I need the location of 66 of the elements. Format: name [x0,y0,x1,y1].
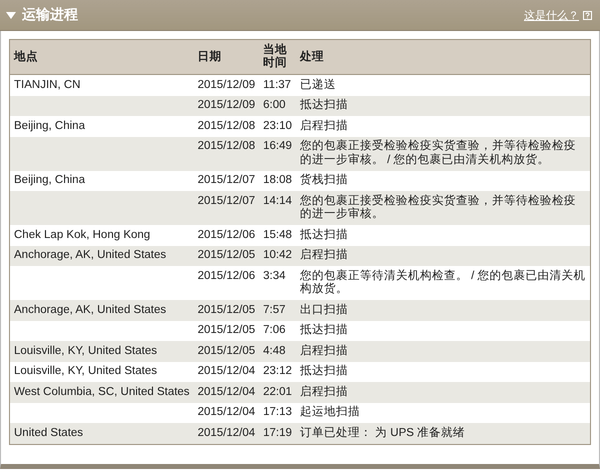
time-cell: 18:08 [263,174,292,186]
time-cell: 22:01 [263,386,292,398]
time-cell: 17:13 [263,406,292,418]
time-cell: 3:34 [263,270,286,282]
location-cell: Anchorage, AK, United States [14,249,166,261]
date-cell: 2015/12/09 [198,78,256,90]
date-cell: 2015/12/04 [198,426,256,438]
location-cell: Beijing, China [14,174,85,186]
date-cell: 2015/12/05 [198,304,256,316]
activity-cell: 启程扫描 [300,344,348,356]
date-cell: 2015/12/06 [198,228,256,240]
location-cell: Beijing, China [14,120,85,132]
time-cell: 10:42 [263,249,292,261]
time-cell: 16:49 [263,140,292,152]
location-cell: TIANJIN, CN [14,78,80,90]
location-cell: United States [14,426,84,438]
time-cell: 11:37 [263,78,292,90]
activity-cell: 您的包裹正接受检验检疫实货查验，并等待检验检疫的进一步审核。 / 您的包裹已由清关机构放货。 [300,140,576,166]
location-cell: West Columbia, SC, United States [14,386,190,398]
time-cell: 15:48 [263,228,292,240]
activity-cell: 货栈扫描 [300,174,348,186]
activity-cell: 起运地扫描 [300,406,360,418]
activity-cell: 订单已处理： 为 UPS 准备就绪 [300,426,466,438]
activity-cell: 启程扫描 [300,120,348,132]
time-cell: 23:10 [263,120,292,132]
date-cell: 2015/12/07 [198,194,256,206]
activity-cell: 抵达扫描 [300,324,348,336]
time-cell: 4:48 [263,344,286,356]
column-header: 处理 [296,40,590,74]
date-cell: 2015/12/07 [198,174,256,186]
date-cell: 2015/12/05 [198,324,256,336]
activity-cell: 启程扫描 [300,386,348,398]
column-header: 当地时间 [259,40,296,74]
panel-title: 运输进程 [22,6,78,24]
date-cell: 2015/12/05 [198,344,256,356]
time-cell: 7:06 [263,324,286,336]
location-cell: Chek Lap Kok, Hong Kong [14,228,150,240]
time-cell: 14:14 [263,194,292,206]
time-cell: 7:57 [263,304,286,316]
activity-cell: 抵达扫描 [300,365,348,377]
location-cell: Louisville, KY, United States [14,365,157,377]
activity-cell: 已递送 [300,78,336,90]
date-cell: 2015/12/04 [198,406,256,418]
activity-cell: 您的包裹正等待清关机构检查。 / 您的包裹已由清关机构放货。 [300,270,586,295]
date-cell: 2015/12/05 [198,249,256,261]
location-cell: Anchorage, AK, United States [14,304,166,316]
date-cell: 2015/12/08 [198,140,256,152]
collapse-icon[interactable] [6,12,16,18]
location-cell: Louisville, KY, United States [14,344,157,356]
time-cell: 6:00 [263,99,286,111]
date-cell: 2015/12/08 [198,120,256,132]
column-header: 日期 [194,40,260,74]
date-cell: 2015/12/04 [198,365,256,377]
time-cell: 23:12 [263,365,292,377]
activity-cell: 抵达扫描 [300,228,348,240]
date-cell: 2015/12/04 [198,386,256,398]
activity-cell: 您的包裹正接受检验检疫实货查验，并等待检验检疫的进一步审核。 [300,194,576,220]
column-header: 地点 [10,40,194,74]
date-cell: 2015/12/06 [198,270,256,282]
help-link[interactable]: 这是什么？ [524,8,579,22]
date-cell: 2015/12/09 [198,99,256,111]
activity-cell: 抵达扫描 [300,99,348,111]
activity-cell: 启程扫描 [300,249,348,261]
help-icon[interactable] [583,10,592,20]
activity-cell: 出口扫描 [300,304,348,316]
time-cell: 17:19 [263,426,292,438]
